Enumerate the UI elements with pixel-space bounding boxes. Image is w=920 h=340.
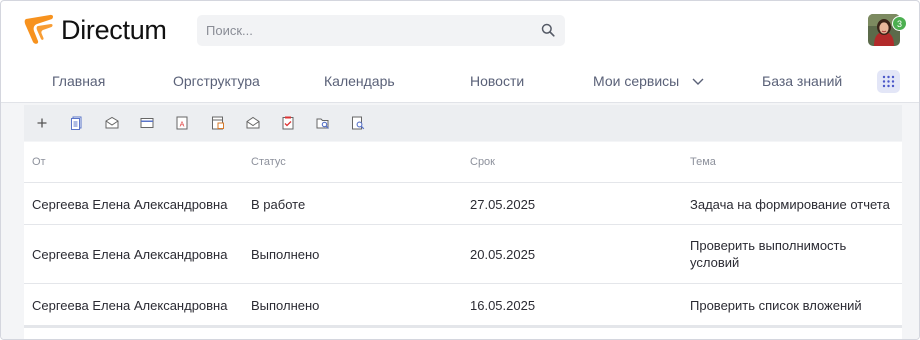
table-header: От Статус Срок Тема	[24, 142, 902, 183]
envelope-icon[interactable]	[104, 115, 120, 131]
row-due-date: 20.05.2025	[470, 247, 536, 262]
nav-item-my-services[interactable]: Мои сервисы	[593, 73, 679, 89]
folder-search-icon[interactable]	[315, 115, 331, 131]
brand-name: Directum	[61, 14, 167, 45]
nav-item-news[interactable]: Новости	[470, 73, 524, 89]
table-row[interactable]: Сергеева Елена Александровна Выполнено 1…	[24, 284, 902, 326]
grid-icon	[882, 75, 895, 88]
row-from: Сергеева Елена Александровна	[32, 298, 228, 313]
table-footer-divider	[24, 326, 902, 328]
row-due-date: 16.05.2025	[470, 298, 536, 313]
app-window: Directum 3 Главная Оргструктура Календар…	[0, 0, 920, 340]
chevron-down-icon[interactable]	[691, 77, 705, 87]
row-status: В работе	[251, 197, 306, 212]
envelope-open-icon[interactable]	[245, 115, 261, 131]
svg-text:A: A	[180, 121, 185, 129]
row-status: Выполнено	[251, 298, 320, 313]
row-from: Сергеева Елена Александровна	[32, 247, 228, 262]
column-header-status[interactable]: Статус	[251, 156, 286, 168]
search-input[interactable]	[197, 15, 565, 46]
table-row[interactable]: Сергеева Елена Александровна В работе 27…	[24, 183, 902, 225]
table-row[interactable]: Сергеева Елена Александровна Выполнено 2…	[24, 225, 902, 284]
actions-toolbar: A	[24, 105, 902, 141]
documents-icon[interactable]	[69, 115, 85, 131]
document-image-icon[interactable]	[210, 115, 226, 131]
nav-item-org-structure[interactable]: Оргструктура	[173, 73, 260, 89]
tasks-table: От Статус Срок Тема Сергеева Елена Алекс…	[24, 142, 902, 339]
apps-grid-button[interactable]	[877, 70, 900, 93]
plus-icon[interactable]	[34, 115, 50, 131]
card-icon[interactable]	[139, 115, 155, 131]
notification-count-badge[interactable]: 3	[892, 16, 907, 31]
row-subject: Проверить выполнимость условий	[690, 238, 847, 270]
top-header: Directum 3	[1, 1, 919, 61]
row-due-date: 27.05.2025	[470, 197, 536, 212]
column-header-subject[interactable]: Тема	[690, 156, 716, 168]
nav-item-knowledge-base[interactable]: База знаний	[762, 73, 842, 89]
main-nav: Главная Оргструктура Календарь Новости М…	[1, 61, 919, 103]
row-status: Выполнено	[251, 247, 320, 262]
column-header-from[interactable]: От	[32, 156, 46, 168]
directum-logo[interactable]: Directum	[23, 13, 167, 47]
document-search-icon[interactable]	[350, 115, 366, 131]
column-header-due[interactable]: Срок	[470, 156, 495, 168]
row-subject: Задача на формирование отчета	[690, 197, 890, 212]
search-icon[interactable]	[541, 23, 555, 37]
directum-logo-icon	[24, 14, 54, 44]
pdf-document-icon[interactable]: A	[174, 115, 190, 131]
checklist-icon[interactable]	[280, 115, 296, 131]
nav-item-calendar[interactable]: Календарь	[324, 73, 395, 89]
row-subject: Проверить список вложений	[690, 298, 862, 313]
nav-item-home[interactable]: Главная	[52, 73, 105, 89]
row-from: Сергеева Елена Александровна	[32, 197, 228, 212]
